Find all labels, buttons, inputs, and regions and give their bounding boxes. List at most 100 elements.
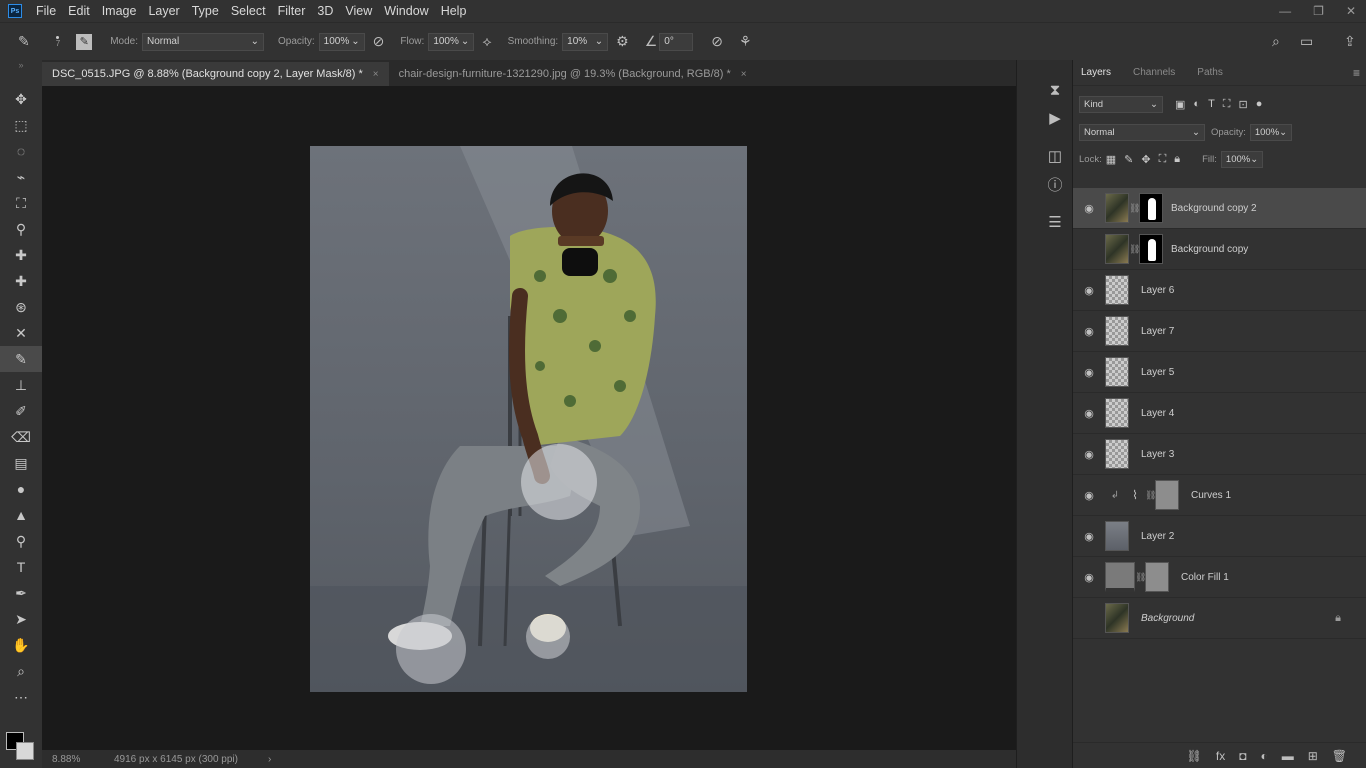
pressure-opacity-icon[interactable]: ⊘ (373, 33, 385, 50)
trash-icon[interactable]: 🗑︎ (1332, 749, 1347, 763)
info-panel-icon[interactable]: ⓘ (1037, 170, 1073, 198)
background-color-swatch[interactable] (16, 742, 34, 760)
eye-icon[interactable]: ◉ (1073, 407, 1105, 420)
eye-icon[interactable]: ◉ (1073, 202, 1105, 215)
layer-row[interactable]: ◉ Layer 3 (1073, 434, 1366, 475)
menu-3d[interactable]: 3D (311, 0, 339, 22)
eyedropper-tool-icon[interactable]: ⚲ (0, 216, 42, 242)
gradient-tool-icon[interactable]: ▤ (0, 450, 42, 476)
blend-mode-select[interactable]: Normal ⌄ (1079, 123, 1205, 141)
brush-tool-icon[interactable]: ✎ (0, 346, 42, 372)
lock-artboard-icon[interactable]: ⛶ (1159, 153, 1167, 166)
patch-tool-icon[interactable]: ✚ (0, 268, 42, 294)
tab-close-button[interactable]: × (373, 69, 379, 80)
type-filter-icon[interactable]: T (1208, 98, 1215, 110)
lock-all-icon[interactable]: 🔒︎ (1174, 153, 1180, 166)
pen-tool-icon[interactable]: ✒ (0, 580, 42, 606)
lock-image-icon[interactable]: ✎ (1124, 153, 1133, 166)
eye-icon[interactable]: ◉ (1073, 284, 1105, 297)
layer-row[interactable]: ⛓ Background copy (1073, 229, 1366, 270)
crop-tool-icon[interactable]: ⛶ (0, 190, 42, 216)
tab-layers[interactable]: Layers (1081, 67, 1111, 78)
layer-row[interactable]: ◉ ⛓ Color Fill 1 (1073, 557, 1366, 598)
hand-tool-icon[interactable]: ✋ (0, 632, 42, 658)
menu-file[interactable]: File (30, 0, 62, 22)
menu-view[interactable]: View (339, 0, 378, 22)
layer-row[interactable]: ◉ ↲ ⌇ ⛓ Curves 1 (1073, 475, 1366, 516)
properties-panel-icon[interactable]: ☰ (1037, 208, 1073, 236)
collapse-chevron-icon[interactable]: » (0, 60, 42, 86)
eye-icon[interactable]: ◉ (1073, 366, 1105, 379)
tab-chair-design[interactable]: chair-design-furniture-1321290.jpg @ 19.… (389, 62, 757, 86)
zoom-tool-icon[interactable]: ⌕ (0, 658, 42, 684)
lock-position-icon[interactable]: ✥ (1141, 153, 1150, 166)
smart-object-filter-icon[interactable]: ⊡ (1239, 98, 1248, 111)
actions-panel-icon[interactable]: ▶ (1037, 104, 1073, 132)
tab-channels[interactable]: Channels (1133, 67, 1175, 78)
history-brush-tool-icon[interactable]: ✐ (0, 398, 42, 424)
adjustments-panel-icon[interactable]: ◫ (1037, 142, 1073, 170)
eye-icon[interactable]: ◉ (1073, 448, 1105, 461)
status-menu-arrow-icon[interactable]: › (268, 754, 271, 765)
minimize-button[interactable]: — (1279, 4, 1291, 18)
layer-mask-thumbnail[interactable] (1139, 193, 1163, 223)
adjustment-filter-icon[interactable]: ◐ (1193, 98, 1200, 110)
brush-tool-preset-icon[interactable]: ✎ (18, 33, 30, 50)
panel-menu-icon[interactable]: ≡ (1353, 66, 1360, 80)
history-panel-icon[interactable]: ⧗ (1037, 76, 1073, 104)
sharpen-tool-icon[interactable]: ▲ (0, 502, 42, 528)
eye-icon[interactable]: ◉ (1073, 325, 1105, 338)
layer-row[interactable]: ◉ Layer 6 (1073, 270, 1366, 311)
share-icon[interactable]: ⇪ (1344, 33, 1356, 50)
angle-field[interactable]: 0° (659, 32, 694, 51)
layer-row[interactable]: ◉ Layer 4 (1073, 393, 1366, 434)
color-swatches[interactable] (6, 732, 36, 760)
filter-toggle-icon[interactable]: ● (1256, 98, 1263, 110)
content-aware-move-icon[interactable]: ⊛ (0, 294, 42, 320)
link-icon[interactable]: ⛓ (1129, 203, 1140, 214)
lock-transparent-icon[interactable]: ▦ (1106, 153, 1116, 166)
symmetry-icon[interactable]: ⚘ (739, 33, 752, 50)
layer-mask-thumbnail[interactable] (1139, 234, 1163, 264)
new-layer-icon[interactable]: ⊞ (1308, 749, 1318, 763)
pixel-filter-icon[interactable]: ▣ (1175, 98, 1185, 111)
canvas-area[interactable] (42, 86, 1016, 750)
fx-icon[interactable]: fx (1216, 749, 1225, 763)
layer-row[interactable]: ◉ Layer 2 (1073, 516, 1366, 557)
smoothing-gear-icon[interactable]: ⚙ (616, 33, 629, 50)
menu-help[interactable]: Help (435, 0, 473, 22)
type-tool-icon[interactable]: T (0, 554, 42, 580)
menu-layer[interactable]: Layer (142, 0, 185, 22)
curves-adjustment-icon[interactable]: ⌇ (1125, 488, 1145, 502)
eye-icon[interactable]: ◉ (1073, 571, 1105, 584)
healing-brush-tool-icon[interactable]: ✚ (0, 242, 42, 268)
pressure-size-icon[interactable]: ⊘ (711, 33, 723, 50)
layer-mask-thumbnail[interactable] (1145, 562, 1169, 592)
clone-stamp-tool-icon[interactable]: ⊥ (0, 372, 42, 398)
layer-row[interactable]: ◉ ⛓ Background copy 2 (1073, 188, 1366, 229)
menu-type[interactable]: Type (186, 0, 225, 22)
menu-filter[interactable]: Filter (272, 0, 312, 22)
layer-mask-thumbnail[interactable] (1155, 480, 1179, 510)
smoothing-field[interactable]: 10% ⌄ (562, 32, 609, 51)
tab-paths[interactable]: Paths (1197, 67, 1223, 78)
blur-tool-icon[interactable]: ● (0, 476, 42, 502)
flow-field[interactable]: 100% ⌄ (428, 32, 475, 51)
quick-selection-tool-icon[interactable]: ⌁ (0, 164, 42, 190)
tab-dsc-0515[interactable]: DSC_0515.JPG @ 8.88% (Background copy 2,… (42, 62, 389, 86)
document-image[interactable] (310, 146, 747, 692)
zoom-level[interactable]: 8.88% (52, 754, 102, 765)
layer-row[interactable]: Background 🔒︎ (1073, 598, 1366, 639)
menu-window[interactable]: Window (378, 0, 434, 22)
layer-opacity-field[interactable]: 100% ⌄ (1249, 123, 1292, 141)
link-icon[interactable]: ⛓ (1135, 572, 1146, 583)
brush-settings-icon[interactable]: ✎ (76, 33, 93, 50)
new-adjustment-icon[interactable]: ◐ (1260, 749, 1267, 763)
eye-icon[interactable]: ◉ (1073, 489, 1105, 502)
dodge-tool-icon[interactable]: ⚲ (0, 528, 42, 554)
layer-row[interactable]: ◉ Layer 5 (1073, 352, 1366, 393)
filter-kind-select[interactable]: Kind ⌄ (1079, 95, 1163, 113)
opacity-field[interactable]: 100% ⌄ (318, 32, 365, 51)
brush-size-picker[interactable]: 7 (56, 35, 60, 48)
tab-close-button[interactable]: × (741, 69, 747, 80)
